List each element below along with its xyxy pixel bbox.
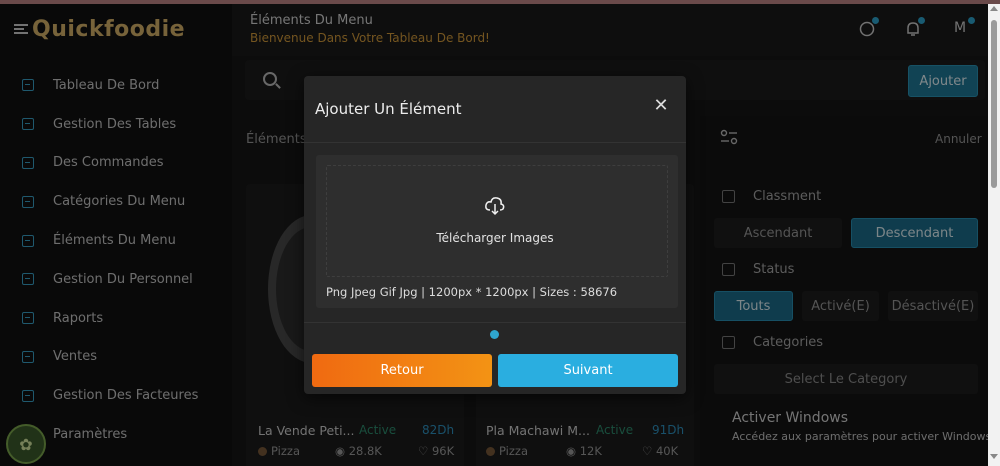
modal-divider <box>304 142 686 143</box>
upload-format-hint: Png Jpeg Gif Jpg | 1200px * 1200px | Siz… <box>326 285 618 299</box>
modal-divider <box>304 322 686 323</box>
upload-images-label: Télécharger Images <box>436 231 554 245</box>
scroll-down-arrow-icon[interactable] <box>990 454 998 459</box>
dropzone-border <box>326 165 668 277</box>
cloud-download-icon <box>484 196 506 216</box>
step-indicator-dot <box>490 330 499 339</box>
modal-title: Ajouter Un Élément <box>315 100 462 118</box>
back-button[interactable]: Retour <box>312 354 492 387</box>
add-item-modal: Ajouter Un Élément ✕ Télécharger Images … <box>304 76 686 394</box>
close-icon[interactable]: ✕ <box>653 97 669 115</box>
scrollbar-thumb[interactable] <box>991 20 997 188</box>
scroll-up-arrow-icon[interactable] <box>990 6 998 11</box>
app-root: Quickfoodie Tableau De Bord Gestion Des … <box>0 0 1000 466</box>
next-button[interactable]: Suivant <box>498 354 678 387</box>
